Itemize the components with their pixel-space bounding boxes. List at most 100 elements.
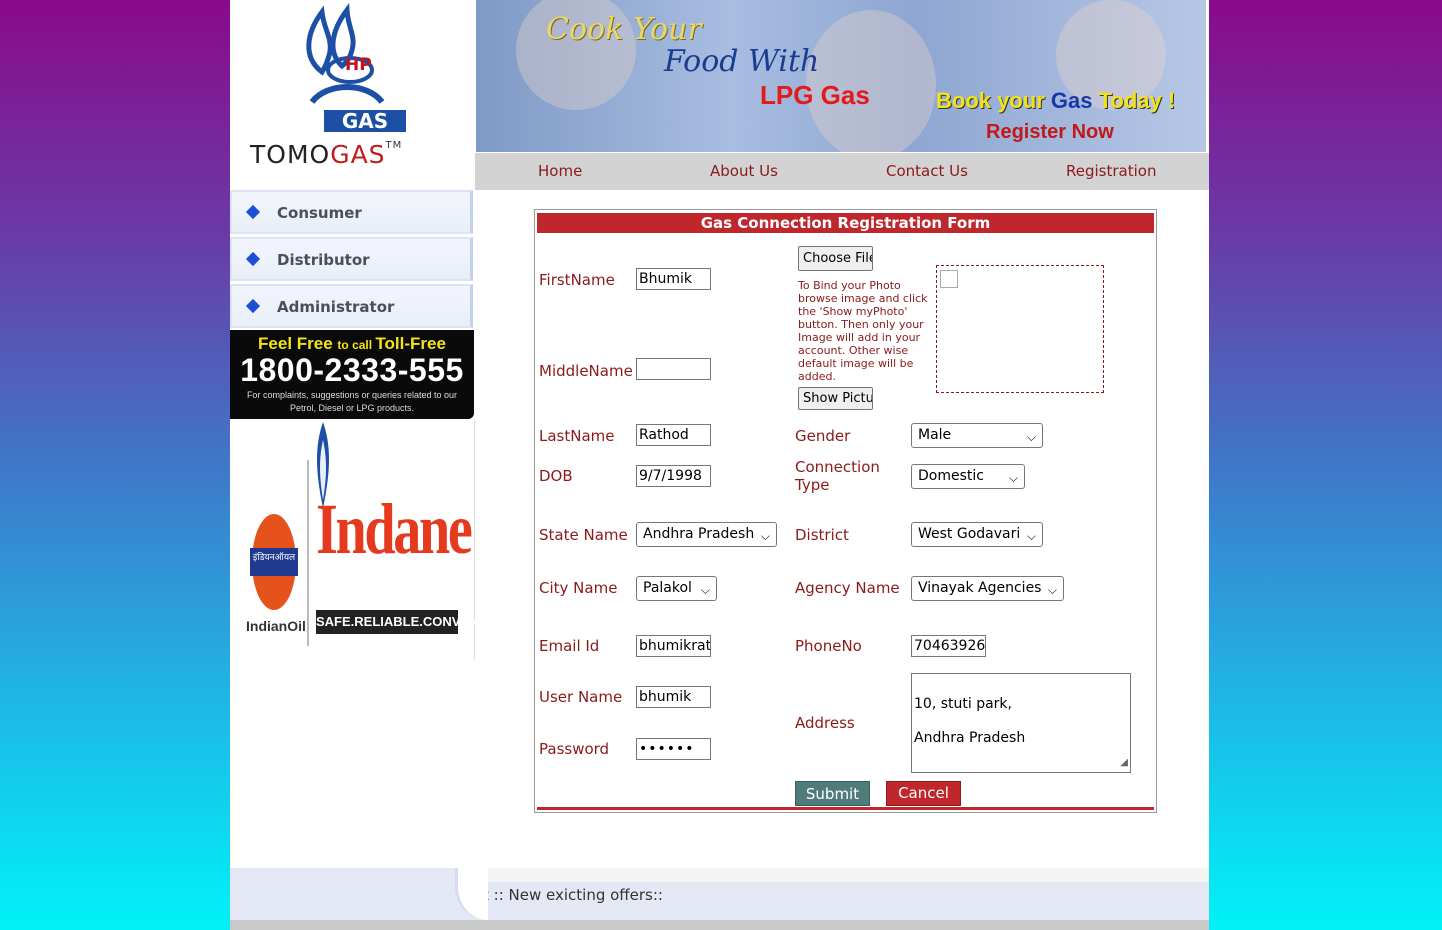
address-line-2: Andhra Pradesh <box>914 730 1026 746</box>
tf-head-a: Feel Free <box>258 334 338 353</box>
city-value: Palakol <box>643 580 692 596</box>
connection-type-select[interactable]: Domestic ⌵ <box>911 464 1025 489</box>
address-line-1: 10, stuti park, <box>914 696 1012 712</box>
tf-head-small: to call <box>337 338 376 352</box>
password-label: Password <box>539 740 610 758</box>
username-label: User Name <box>539 688 623 706</box>
address-textarea[interactable]: 10, stuti park, Andhra Pradesh ◢ <box>911 673 1131 773</box>
footer-left <box>230 868 475 920</box>
firstname-label: FirstName <box>539 271 615 289</box>
middlename-input[interactable] <box>636 358 711 380</box>
book-b: Today ! <box>1092 88 1176 113</box>
gender-select[interactable]: Male ⌵ <box>911 423 1043 448</box>
email-input[interactable]: bhumikrat <box>636 635 711 657</box>
banner-book-text: Book your Gas Today ! <box>936 88 1175 114</box>
district-label: District <box>795 526 849 544</box>
chevron-down-icon: ⌵ <box>700 583 710 597</box>
hp-text: HP <box>345 55 372 75</box>
banner-register-now[interactable]: Register Now <box>986 121 1114 144</box>
sidebar-item-consumer[interactable]: Consumer <box>230 190 473 234</box>
tomogas-wordmark: TOMOGASTM <box>250 140 402 169</box>
chevron-down-icon: ⌵ <box>760 529 770 543</box>
connection-label-b: Type <box>795 476 830 494</box>
broken-image-icon <box>940 270 958 288</box>
nav-contact-us[interactable]: Contact Us <box>886 153 968 190</box>
banner-line-1: Cook Your <box>546 12 702 47</box>
address-label: Address <box>795 714 855 732</box>
diamond-bullet-icon <box>245 204 261 220</box>
gender-value: Male <box>918 427 952 443</box>
diamond-bullet-icon <box>245 298 261 314</box>
footer-bar <box>230 920 1209 930</box>
sidebar-item-label: Administrator <box>277 298 395 316</box>
nav-home[interactable]: Home <box>538 153 582 190</box>
tollfree-subtext: For complaints, suggestions or queries r… <box>246 390 458 413</box>
photo-instructions: To Bind your Photo browse image and clic… <box>798 279 928 383</box>
chevron-down-icon: ⌵ <box>1026 430 1036 444</box>
banner-line-2: Food With <box>664 44 820 79</box>
chevron-down-icon: ⌵ <box>1047 583 1057 597</box>
sidebar-item-administrator[interactable]: Administrator <box>230 284 473 328</box>
state-label: State Name <box>539 526 628 544</box>
city-select[interactable]: Palakol ⌵ <box>636 576 717 601</box>
tf-head-b: Toll-Free <box>375 334 446 353</box>
choose-file-button[interactable]: Choose File <box>798 246 873 271</box>
gas-label: GAS <box>324 110 406 132</box>
marquee-text: t :: New exicting offers:: <box>483 886 663 904</box>
connection-label-a: Connection <box>795 458 880 476</box>
state-select[interactable]: Andhra Pradesh ⌵ <box>636 522 777 547</box>
nav-registration[interactable]: Registration <box>1066 153 1156 190</box>
gender-label: Gender <box>795 427 851 445</box>
agency-select[interactable]: Vinayak Agencies ⌵ <box>911 576 1064 601</box>
connection-type-label: Connection Type <box>795 458 880 494</box>
photo-preview <box>936 265 1104 393</box>
username-input[interactable]: bhumik <box>636 686 711 708</box>
tollfree-heading: Feel Free to call Toll-Free <box>230 334 474 354</box>
password-input[interactable]: •••••• <box>636 738 711 760</box>
state-value: Andhra Pradesh <box>643 526 755 542</box>
dob-label: DOB <box>539 467 573 485</box>
page-container: HP GAS TOMOGASTM Cook Your Food With LPG… <box>230 0 1209 930</box>
submit-button[interactable]: Submit <box>795 781 870 806</box>
indane-ad: इंडियनऑयल IndianOil Indane SAFE.RELIABLE… <box>230 420 508 660</box>
sidebar: Consumer Distributor Administrator <box>230 190 473 331</box>
footer-top-strip <box>475 868 1209 882</box>
district-value: West Godavari <box>918 526 1021 542</box>
indianoil-label: IndianOil <box>246 618 306 634</box>
banner-line-3: LPG Gas <box>760 80 870 110</box>
form-title: Gas Connection Registration Form <box>537 213 1154 233</box>
chevron-down-icon: ⌵ <box>1008 471 1018 485</box>
book-gas: Gas <box>1050 88 1093 113</box>
middlename-label: MiddleName <box>539 362 633 380</box>
connection-value: Domestic <box>918 468 984 484</box>
tomogas-logo: HP GAS TOMOGASTM <box>230 0 475 190</box>
nav-about-us[interactable]: About Us <box>710 153 778 190</box>
indane-wordmark: Indane <box>316 489 473 569</box>
indane-tagline: SAFE.RELIABLE.CONVENIENT <box>316 610 508 634</box>
indianoil-hindi: इंडियनऑयल <box>252 553 296 563</box>
form-bottom-rule <box>537 807 1154 810</box>
lastname-label: LastName <box>539 427 615 445</box>
firstname-input[interactable]: Bhumik <box>636 268 711 290</box>
offers-marquee: t :: New exicting offers:: <box>475 882 1209 920</box>
agency-label: Agency Name <box>795 579 900 597</box>
show-picture-button[interactable]: Show Picture <box>798 387 873 410</box>
trademark: TM <box>385 140 403 151</box>
phone-label: PhoneNo <box>795 637 862 655</box>
district-select[interactable]: West Godavari ⌵ <box>911 522 1043 547</box>
dob-input[interactable]: 9/7/1998 <box>636 465 711 487</box>
registration-form: Gas Connection Registration Form FirstNa… <box>534 209 1157 813</box>
tollfree-banner: Feel Free to call Toll-Free 1800-2333-55… <box>230 330 474 419</box>
email-label: Email Id <box>539 637 600 655</box>
chevron-down-icon: ⌵ <box>1026 529 1036 543</box>
diamond-bullet-icon <box>245 251 261 267</box>
sidebar-item-distributor[interactable]: Distributor <box>230 237 473 281</box>
divider <box>307 460 309 646</box>
tomogas-part-b: GAS <box>330 140 386 169</box>
book-a: Book your <box>936 88 1051 113</box>
phone-input[interactable]: 70463926 <box>911 635 986 657</box>
lastname-input[interactable]: Rathod <box>636 424 711 446</box>
resize-handle-icon[interactable]: ◢ <box>1120 754 1128 771</box>
top-nav: Home About Us Contact Us Registration <box>475 153 1209 190</box>
cancel-button[interactable]: Cancel <box>886 781 961 806</box>
